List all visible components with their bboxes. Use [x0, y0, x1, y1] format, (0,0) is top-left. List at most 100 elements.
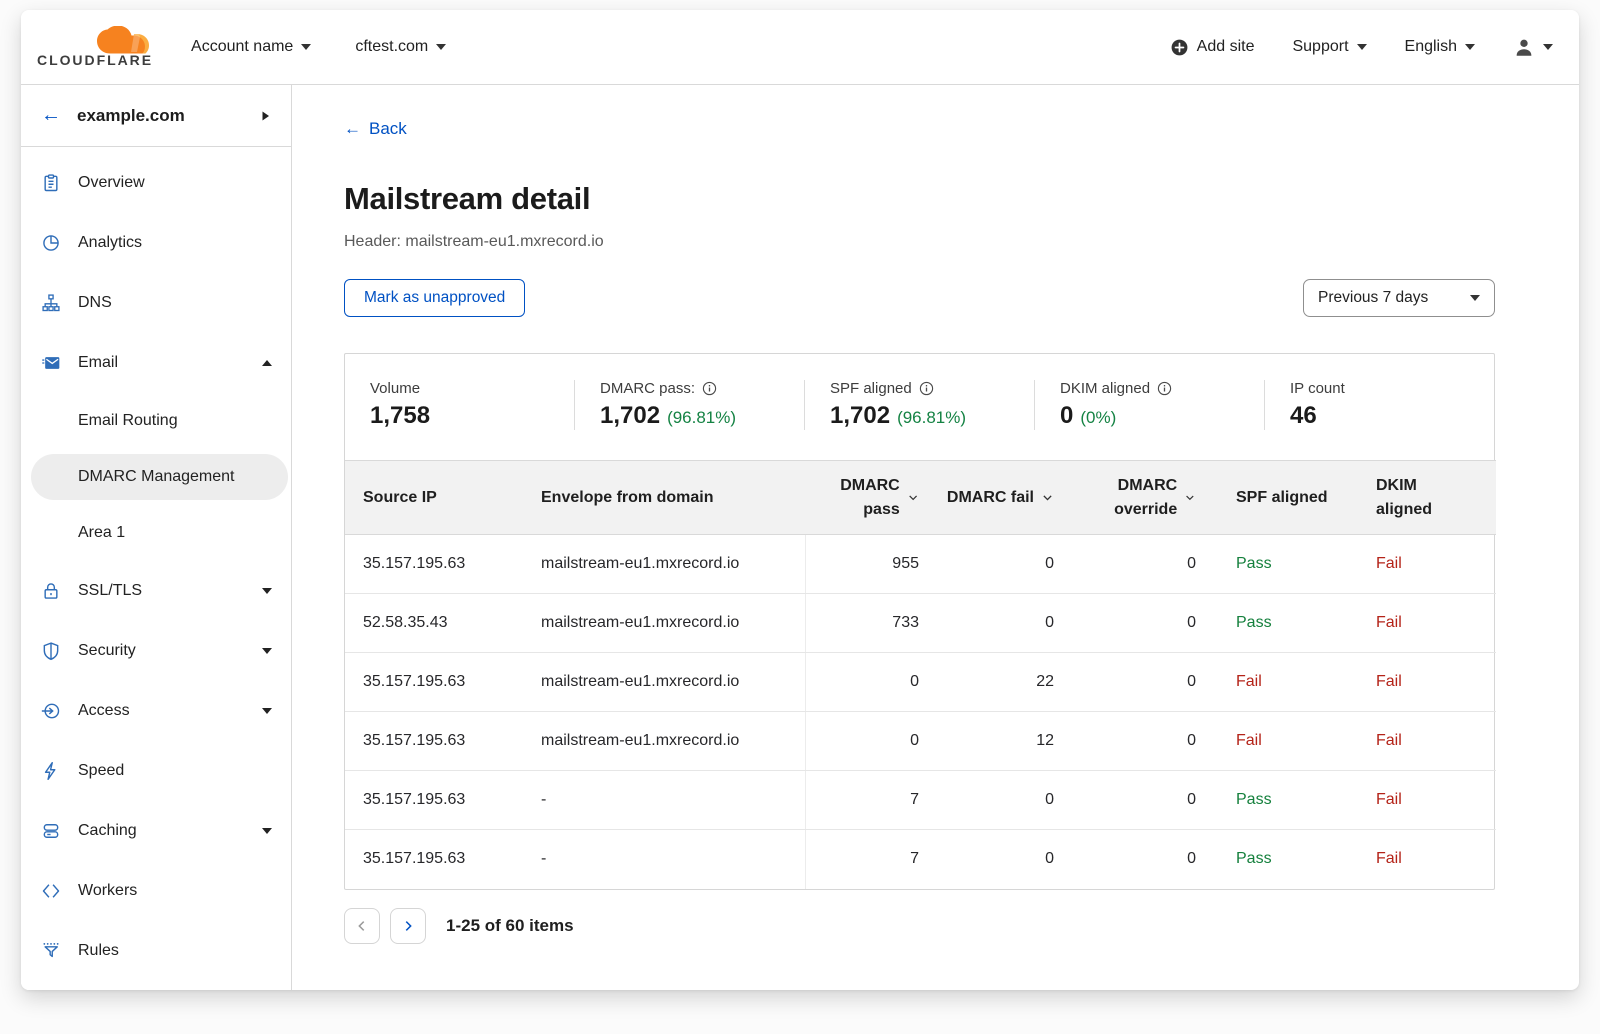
col-label: DMARC fail [947, 486, 1034, 509]
app-window: CLOUDFLARE Account name cftest.com Add s… [21, 10, 1579, 990]
table-row: 35.157.195.63 mailstream-eu1.mxrecord.io… [345, 535, 1496, 594]
envelope-cell: - [541, 771, 805, 830]
table-row: 35.157.195.63 - 7 0 0 Pass Fail [345, 771, 1496, 830]
logo-wordmark: CLOUDFLARE [37, 52, 153, 68]
chevron-down-icon [261, 707, 273, 715]
back-arrow-icon: ← [344, 119, 361, 139]
sidebar-item-dns[interactable]: DNS [21, 273, 291, 333]
next-page-button[interactable] [390, 908, 426, 944]
sidebar-item-overview[interactable]: Overview [21, 153, 291, 213]
sidebar-item-caching[interactable]: Caching [21, 801, 291, 861]
dmarc-pass-cell: 733 [805, 594, 927, 653]
cloudflare-cloud-icon [91, 26, 153, 54]
info-icon[interactable] [702, 381, 717, 396]
dmarc-fail-cell: 22 [927, 653, 1062, 712]
sidebar-item-email-routing[interactable]: Email Routing [21, 393, 291, 449]
support-menu[interactable]: Support [1292, 38, 1366, 56]
envelope-cell: - [541, 830, 805, 889]
stat-spf-aligned: SPF aligned 1,702 (96.81%) [804, 380, 1034, 430]
back-link[interactable]: ← Back [344, 119, 407, 139]
stats-bar: Volume 1,758 DMARC pass: 1,702 (96.81%) [345, 354, 1494, 460]
date-range-select[interactable]: Previous 7 days [1303, 279, 1495, 317]
spf-status-cell: Pass [1204, 771, 1360, 830]
info-icon[interactable] [1157, 381, 1172, 396]
sidebar-item-label: SSL/TLS [78, 582, 142, 600]
chevron-down-icon [1470, 295, 1480, 301]
dmarc-pass-cell: 7 [805, 830, 927, 889]
report-card: Volume 1,758 DMARC pass: 1,702 (96.81%) [344, 353, 1495, 890]
sidebar-item-label: Speed [78, 762, 124, 780]
toolbar: Mark as unapproved Previous 7 days [344, 279, 1495, 317]
col-dmarc-pass[interactable]: DMARC pass [805, 461, 927, 535]
chevron-down-icon [1465, 44, 1475, 50]
sidebar-item-analytics[interactable]: Analytics [21, 213, 291, 273]
site-menu[interactable]: cftest.com [355, 38, 446, 56]
sidebar: ← example.com Overview Analytics DNS [21, 85, 292, 990]
col-spf-aligned: SPF aligned [1204, 461, 1360, 535]
spf-status-cell: Fail [1204, 712, 1360, 771]
sidebar-item-area1[interactable]: Area 1 [21, 505, 291, 561]
sidebar-item-label: DNS [78, 294, 112, 312]
dmarc-pass-cell: 955 [805, 535, 927, 594]
pagination: 1-25 of 60 items [344, 908, 1495, 944]
sort-chevron-icon [907, 491, 919, 504]
dmarc-pass-cell: 7 [805, 771, 927, 830]
dkim-status-cell: Fail [1360, 830, 1496, 889]
support-label: Support [1292, 38, 1348, 56]
account-menu[interactable]: Account name [191, 38, 311, 56]
col-dmarc-override[interactable]: DMARC override [1062, 461, 1204, 535]
user-menu[interactable] [1513, 36, 1553, 58]
col-source-ip: Source IP [345, 461, 541, 535]
language-menu[interactable]: English [1405, 38, 1475, 56]
sidebar-item-email[interactable]: Email [21, 333, 291, 393]
dmarc-fail-cell: 0 [927, 830, 1062, 889]
stat-label: SPF aligned [830, 380, 912, 397]
source-ip-cell: 35.157.195.63 [345, 712, 541, 771]
clipboard-icon [41, 173, 61, 193]
add-site-button[interactable]: Add site [1170, 38, 1255, 57]
col-dmarc-fail[interactable]: DMARC fail [927, 461, 1062, 535]
sidebar-item-dmarc-management[interactable]: DMARC Management [31, 454, 288, 500]
sidebar-item-workers[interactable]: Workers [21, 861, 291, 921]
sidebar-item-security[interactable]: Security [21, 621, 291, 681]
main-content: ← Back Mailstream detail Header: mailstr… [292, 85, 1579, 990]
sidebar-item-access[interactable]: Access [21, 681, 291, 741]
language-label: English [1405, 38, 1457, 56]
envelope-cell: mailstream-eu1.mxrecord.io [541, 712, 805, 771]
stat-value: 0 [1060, 402, 1073, 430]
dmarc-fail-cell: 12 [927, 712, 1062, 771]
shield-icon [41, 641, 61, 661]
expand-right-icon [260, 110, 271, 122]
dkim-status-cell: Fail [1360, 712, 1496, 771]
dmarc-override-cell: 0 [1062, 830, 1204, 889]
network-icon [41, 293, 61, 313]
source-ip-cell: 35.157.195.63 [345, 830, 541, 889]
sidebar-item-label: Caching [78, 822, 137, 840]
dmarc-override-cell: 0 [1062, 712, 1204, 771]
source-ip-cell: 52.58.35.43 [345, 594, 541, 653]
stat-value: 46 [1290, 402, 1317, 430]
chevron-down-icon [261, 827, 273, 835]
source-ip-cell: 35.157.195.63 [345, 771, 541, 830]
chevron-down-icon [261, 647, 273, 655]
dkim-status-cell: Fail [1360, 594, 1496, 653]
chevron-down-icon [436, 44, 446, 50]
spf-status-cell: Pass [1204, 535, 1360, 594]
cloudflare-logo[interactable]: CLOUDFLARE [37, 26, 153, 68]
info-icon[interactable] [919, 381, 934, 396]
sidebar-item-ssl-tls[interactable]: SSL/TLS [21, 561, 291, 621]
col-envelope: Envelope from domain [541, 461, 805, 535]
sidebar-item-speed[interactable]: Speed [21, 741, 291, 801]
source-ip-cell: 35.157.195.63 [345, 535, 541, 594]
sidebar-item-rules[interactable]: Rules [21, 921, 291, 981]
mark-unapproved-button[interactable]: Mark as unapproved [344, 279, 525, 317]
spf-status-cell: Pass [1204, 830, 1360, 889]
back-arrow-icon: ← [41, 104, 61, 127]
dmarc-fail-cell: 0 [927, 771, 1062, 830]
sidebar-site-header[interactable]: ← example.com [21, 85, 291, 147]
sidebar-item-label: Access [78, 702, 130, 720]
prev-page-button[interactable] [344, 908, 380, 944]
page-subtitle: Header: mailstream-eu1.mxrecord.io [344, 233, 1495, 251]
col-label: DMARC override [1062, 474, 1177, 520]
funnel-icon [41, 941, 61, 961]
